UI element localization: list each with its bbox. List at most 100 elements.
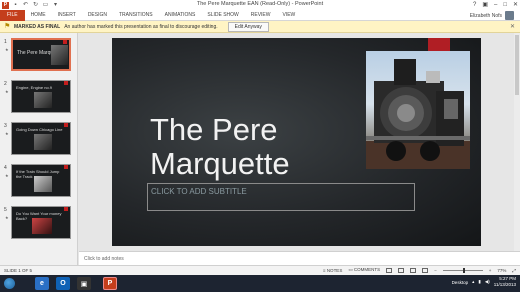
tab-review[interactable]: REVIEW <box>245 10 277 21</box>
vertical-scrollbar[interactable] <box>514 33 520 251</box>
system-tray: Desktop ▴ ▮ ◀) 5:27 PM 11/13/2013 <box>452 276 516 288</box>
ribbon-tabs: FILE HOME INSERT DESIGN TRANSITIONS ANIM… <box>0 9 520 21</box>
transition-star-icon: ★ <box>5 89 9 94</box>
thumbnail-title: Engine, Engine no.9 <box>16 85 53 90</box>
outlook-icon[interactable]: O <box>56 277 70 290</box>
comments-toggle-button[interactable]: ▭ COMMENTS <box>348 267 380 273</box>
volume-icon[interactable]: ◀) <box>485 279 490 285</box>
tab-file[interactable]: FILE <box>0 9 25 21</box>
start-button-icon[interactable] <box>4 278 15 289</box>
zoom-in-icon[interactable]: + <box>489 268 492 273</box>
slideshow-view-icon[interactable] <box>422 267 429 273</box>
slide-number: 1 <box>4 39 7 45</box>
thumbnail-title: Going Down Chicago Line <box>16 127 63 132</box>
title-line-2: Marquette <box>150 146 290 181</box>
notes-pane[interactable]: Click to add notes <box>79 251 520 265</box>
normal-view-icon[interactable] <box>386 267 393 273</box>
slide-number: 2 <box>4 81 7 87</box>
tab-home[interactable]: HOME <box>25 10 52 21</box>
ribbon-display-icon[interactable]: ▣ <box>482 0 488 10</box>
current-slide[interactable]: The Pere Marquette CLICK TO ADD SUBTITLE <box>112 38 481 246</box>
reading-view-icon[interactable] <box>410 267 417 273</box>
help-icon[interactable]: ? <box>473 0 476 10</box>
tab-animations[interactable]: ANIMATIONS <box>159 10 202 21</box>
zoom-level[interactable]: 77% <box>497 268 506 273</box>
thumbnail-photo <box>34 176 52 192</box>
maximize-icon[interactable]: □ <box>503 0 507 10</box>
notes-toggle-button[interactable]: ≡ NOTES <box>323 268 342 273</box>
infobar-label: MARKED AS FINAL <box>14 23 61 30</box>
window-controls: ? ▣ – □ ✕ <box>473 0 518 10</box>
thumbnail-photo <box>34 92 52 108</box>
thumbnail-image: Do You Want Your money Back? <box>11 206 71 239</box>
thumbnail-image: Going Down Chicago Line <box>11 122 71 155</box>
transition-star-icon: ★ <box>5 47 9 52</box>
clock[interactable]: 5:27 PM 11/13/2013 <box>494 276 516 288</box>
subtitle-placeholder-text: CLICK TO ADD SUBTITLE <box>151 187 247 196</box>
windows-taskbar: e O ▣ P Desktop ▴ ▮ ◀) 5:27 PM 11/13/201… <box>0 275 520 292</box>
subtitle-placeholder[interactable]: CLICK TO ADD SUBTITLE <box>147 183 415 211</box>
notes-placeholder: Click to add notes <box>84 256 124 262</box>
zoom-slider[interactable] <box>442 267 483 273</box>
window-title: The Pere Marquette EAN (Read-Only) - Pow… <box>196 1 324 7</box>
thumbnail-image: Engine, Engine no.9 <box>11 80 71 113</box>
transition-star-icon: ★ <box>5 215 9 220</box>
status-controls: ≡ NOTES ▭ COMMENTS − + 77% ⤢ <box>323 267 516 273</box>
thumbnail-accent <box>64 165 68 169</box>
zoom-slider-knob[interactable] <box>462 267 465 273</box>
edit-anyway-button[interactable]: Edit Anyway <box>227 21 269 32</box>
clock-date: 11/13/2013 <box>493 282 516 287</box>
minimize-icon[interactable]: – <box>494 0 497 10</box>
notes-button-label: NOTES <box>326 267 343 273</box>
taskbar-app-icon[interactable]: ▣ <box>77 277 91 290</box>
tab-transitions[interactable]: TRANSITIONS <box>113 10 159 21</box>
slide-thumbnail-2[interactable]: 2 ★ Engine, Engine no.9 <box>2 80 74 114</box>
locomotive-photo[interactable] <box>366 51 470 169</box>
slide-thumbnail-3[interactable]: 3 ★ Going Down Chicago Line <box>2 122 74 156</box>
thumbnail-photo <box>51 45 68 65</box>
network-icon[interactable]: ▮ <box>478 279 480 285</box>
avatar <box>505 11 514 20</box>
thumbnail-accent <box>63 40 67 44</box>
user-name: Elizabeth Nofs <box>469 12 502 19</box>
slide-thumbnail-1[interactable]: 1 ★ The Pere Marquette <box>2 38 74 72</box>
thumbnail-accent <box>64 81 68 85</box>
scrollbar-thumb[interactable] <box>515 35 519 95</box>
tab-slide-show[interactable]: SLIDE SHOW <box>201 10 244 21</box>
thumbnail-accent <box>64 123 68 127</box>
slide-sorter-icon[interactable] <box>398 267 405 273</box>
desktop-toolbar-label[interactable]: Desktop <box>452 280 469 285</box>
title-line-1: The Pere <box>150 112 278 147</box>
marked-final-icon: ⚑ <box>4 23 11 30</box>
status-bar: SLIDE 1 OF 5 ≡ NOTES ▭ COMMENTS − + 77% … <box>0 265 520 275</box>
transition-star-icon: ★ <box>5 131 9 136</box>
powerpoint-taskbar-icon[interactable]: P <box>103 277 117 290</box>
slide-number: 3 <box>4 123 7 129</box>
tray-arrow-icon[interactable]: ▴ <box>472 279 474 285</box>
tab-insert[interactable]: INSERT <box>52 10 82 21</box>
thumbnail-accent <box>64 207 68 211</box>
fit-slide-icon[interactable]: ⤢ <box>512 268 516 273</box>
infobar-close-icon[interactable]: ✕ <box>510 23 515 30</box>
title-bar: P ▪ ↶ ↻ ▭ ▾ The Pere Marquette EAN (Read… <box>0 0 520 10</box>
close-icon[interactable]: ✕ <box>513 0 518 10</box>
thumbnail-image: If the Train Should Jump the Track <box>11 164 71 197</box>
marked-final-infobar: ⚑ MARKED AS FINAL An author has marked t… <box>0 21 520 33</box>
slide-thumbnail-pane: 1 ★ The Pere Marquette 2 ★ Engine, Engin… <box>0 33 78 265</box>
infobar-message: An author has marked this presentation a… <box>64 23 218 30</box>
internet-explorer-icon[interactable]: e <box>35 277 49 290</box>
slide-number: 4 <box>4 165 7 171</box>
user-account[interactable]: Elizabeth Nofs <box>470 10 514 21</box>
slide-counter: SLIDE 1 OF 5 <box>4 268 33 273</box>
thumbnail-image: The Pere Marquette <box>11 38 71 71</box>
slide-thumbnail-4[interactable]: 4 ★ If the Train Should Jump the Track <box>2 164 74 198</box>
tab-view[interactable]: VIEW <box>277 10 302 21</box>
tab-design[interactable]: DESIGN <box>82 10 113 21</box>
slide-accent-bar <box>428 38 450 51</box>
slide-editing-area: The Pere Marquette CLICK TO ADD SUBTITLE <box>79 33 520 251</box>
slide-thumbnail-5[interactable]: 5 ★ Do You Want Your money Back? <box>2 206 74 240</box>
zoom-out-icon[interactable]: − <box>434 268 437 273</box>
thumbnail-photo <box>32 218 52 234</box>
slide-title[interactable]: The Pere Marquette <box>150 113 290 181</box>
comments-button-label: COMMENTS <box>353 267 381 272</box>
